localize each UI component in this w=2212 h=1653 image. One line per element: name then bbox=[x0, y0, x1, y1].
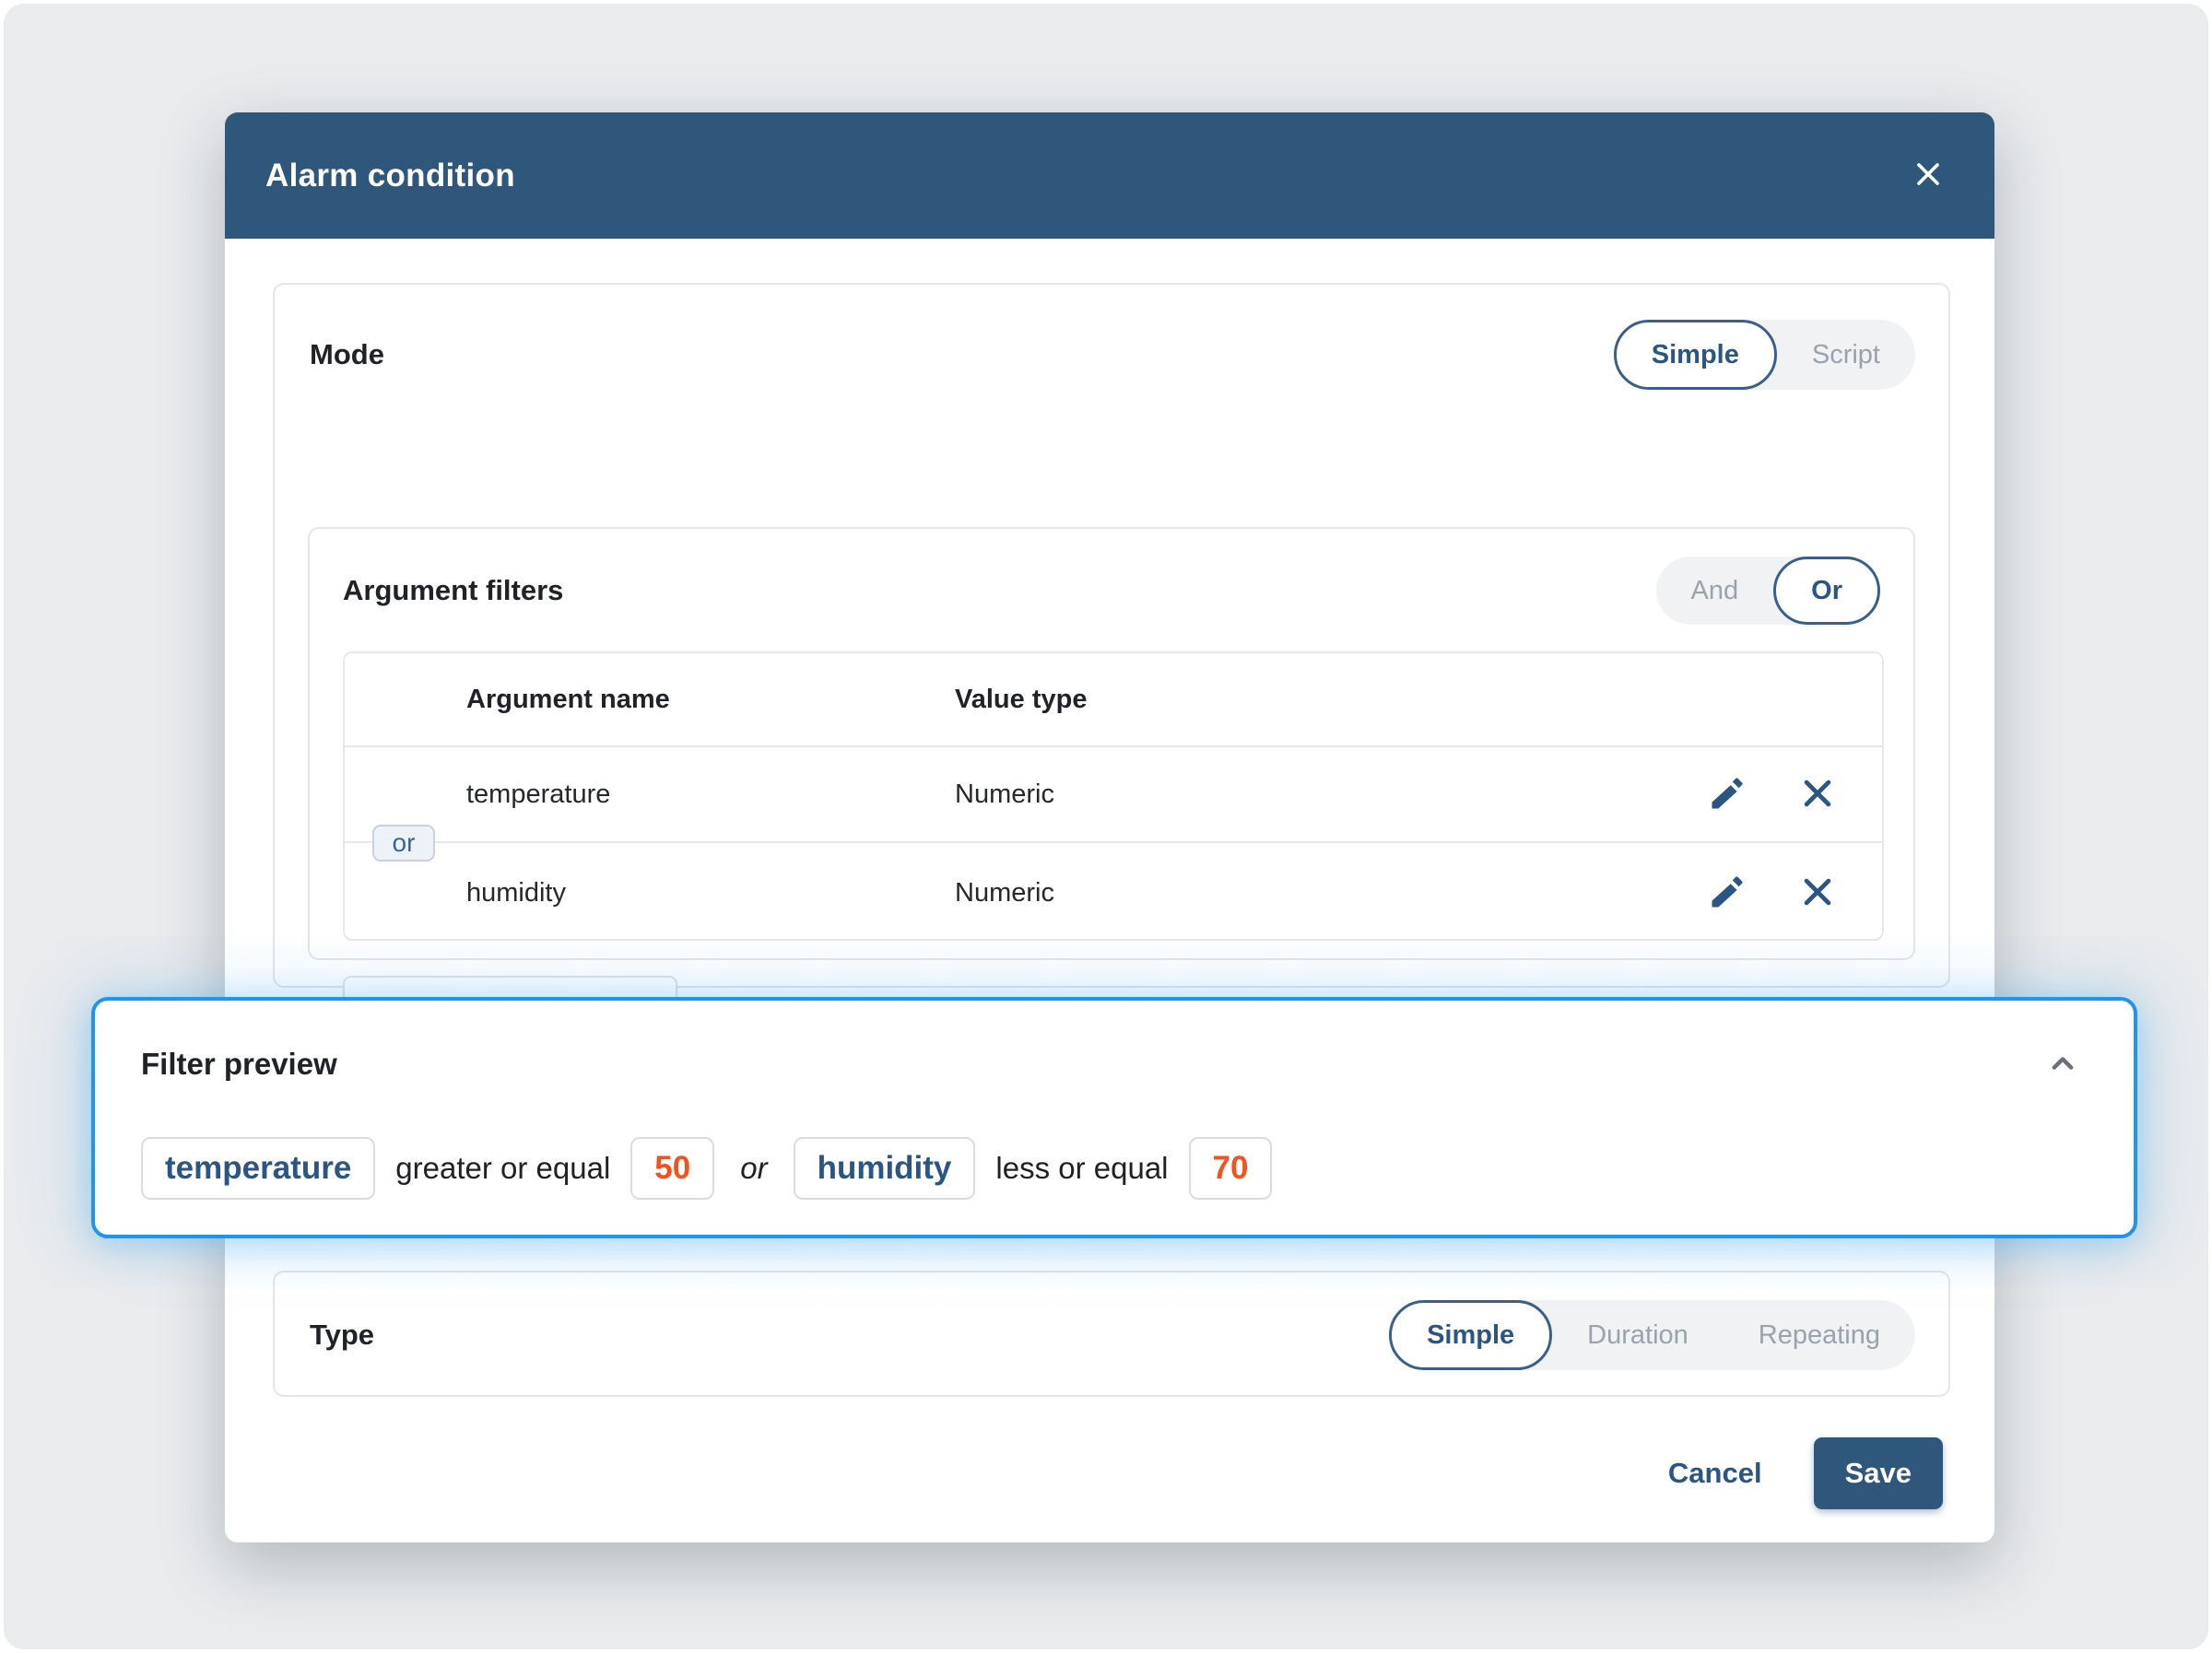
filter-preview-label: Filter preview bbox=[141, 1047, 337, 1082]
page-background: Alarm condition Mode Simple Script Argum… bbox=[4, 4, 2208, 1649]
type-option-simple[interactable]: Simple bbox=[1389, 1300, 1552, 1370]
table-row: humidity Numeric bbox=[345, 845, 1882, 941]
dialog-footer: Cancel Save bbox=[225, 1404, 1994, 1542]
type-toggle: Simple Duration Repeating bbox=[1389, 1300, 1915, 1370]
type-option-duration[interactable]: Duration bbox=[1552, 1300, 1724, 1370]
cancel-button[interactable]: Cancel bbox=[1668, 1457, 1762, 1490]
operator-option-or[interactable]: Or bbox=[1773, 557, 1880, 625]
value-chip: 70 bbox=[1189, 1137, 1273, 1200]
argument-name-cell: humidity bbox=[345, 878, 955, 909]
value-type-cell: Numeric bbox=[955, 878, 1054, 909]
row-join-operator-badge: or bbox=[372, 825, 435, 862]
chevron-up-icon bbox=[2042, 1043, 2083, 1086]
delete-icon bbox=[1797, 872, 1838, 915]
filter-preview-panel: Filter preview temperature greater or eq… bbox=[91, 997, 2137, 1238]
mode-section: Mode Simple Script Argument filters And … bbox=[273, 283, 1950, 988]
operator-text: or bbox=[735, 1151, 772, 1186]
value-type-cell: Numeric bbox=[955, 780, 1054, 810]
dialog-header: Alarm condition bbox=[225, 112, 1994, 239]
table-row: temperature Numeric bbox=[345, 747, 1882, 843]
mode-option-simple[interactable]: Simple bbox=[1614, 320, 1777, 390]
operator-toggle: And Or bbox=[1656, 557, 1880, 625]
type-section: Type Simple Duration Repeating bbox=[273, 1271, 1950, 1397]
comparison-text: less or equal bbox=[995, 1151, 1168, 1186]
remove-filter-button[interactable] bbox=[1794, 770, 1841, 818]
column-argument-name: Argument name bbox=[345, 685, 955, 715]
edit-icon bbox=[1707, 872, 1747, 915]
delete-icon bbox=[1797, 773, 1838, 816]
mode-option-script[interactable]: Script bbox=[1777, 320, 1915, 390]
argument-filters-section: Argument filters And Or Argument name Va… bbox=[308, 527, 1915, 960]
argument-filters-label: Argument filters bbox=[343, 574, 563, 607]
edit-filter-button[interactable] bbox=[1703, 869, 1751, 917]
filter-expression: temperature greater or equal 50 or humid… bbox=[141, 1137, 1272, 1200]
argument-chip: humidity bbox=[794, 1137, 976, 1200]
table-header: Argument name Value type bbox=[345, 653, 1882, 747]
mode-label: Mode bbox=[310, 338, 384, 371]
collapse-preview-button[interactable] bbox=[2038, 1039, 2088, 1089]
dialog-title: Alarm condition bbox=[265, 158, 515, 194]
operator-option-and[interactable]: And bbox=[1656, 557, 1774, 625]
type-label: Type bbox=[310, 1319, 374, 1352]
remove-filter-button[interactable] bbox=[1794, 869, 1841, 917]
edit-filter-button[interactable] bbox=[1703, 770, 1751, 818]
value-chip: 50 bbox=[630, 1137, 714, 1200]
alarm-condition-dialog: Alarm condition Mode Simple Script Argum… bbox=[225, 112, 1994, 1542]
argument-filters-table: Argument name Value type temperature Num… bbox=[343, 651, 1884, 941]
comparison-text: greater or equal bbox=[395, 1151, 610, 1186]
close-button[interactable] bbox=[1902, 150, 1954, 202]
edit-icon bbox=[1707, 773, 1747, 816]
type-option-repeating[interactable]: Repeating bbox=[1724, 1300, 1915, 1370]
column-value-type: Value type bbox=[955, 685, 1087, 715]
mode-toggle: Simple Script bbox=[1614, 320, 1915, 390]
argument-name-cell: temperature bbox=[345, 780, 955, 810]
close-icon bbox=[1910, 156, 1947, 195]
save-button[interactable]: Save bbox=[1814, 1437, 1943, 1509]
argument-chip: temperature bbox=[141, 1137, 375, 1200]
